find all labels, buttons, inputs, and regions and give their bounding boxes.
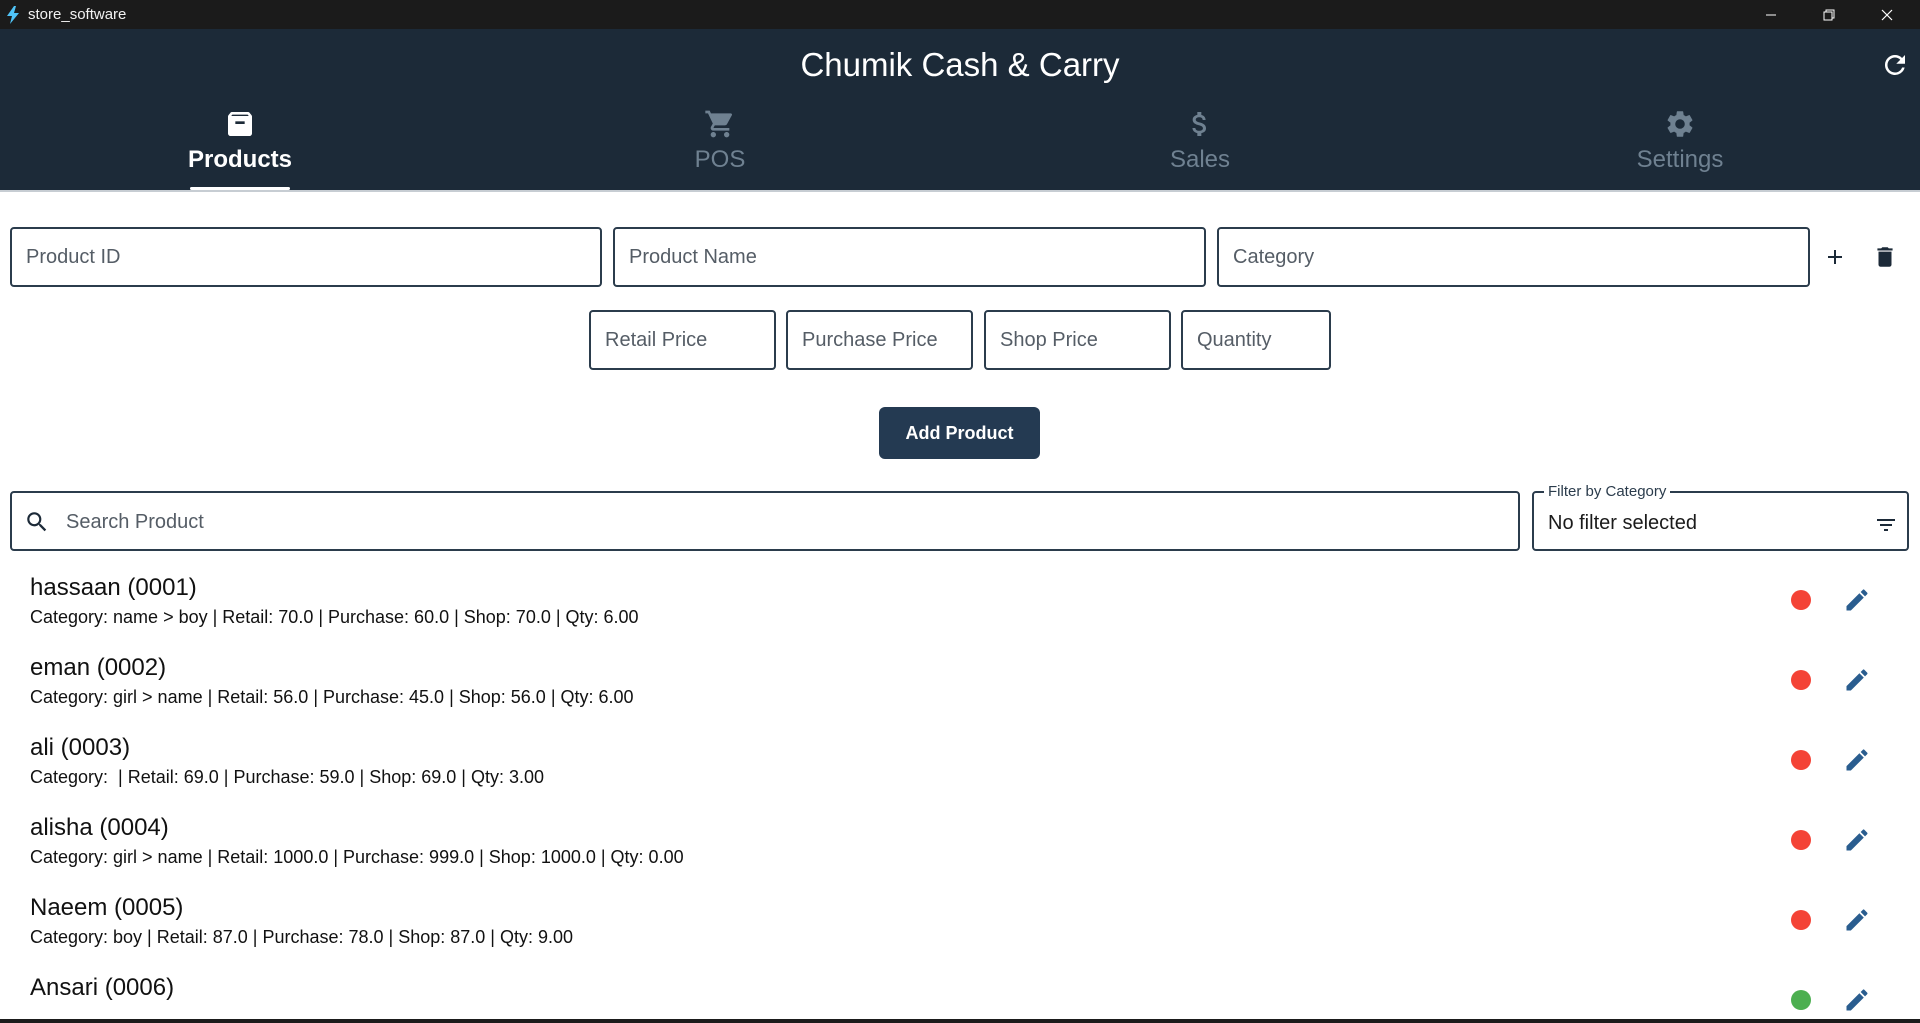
search-input[interactable] [64,501,1508,543]
close-button[interactable] [1858,0,1916,29]
product-name-input[interactable] [613,227,1206,287]
category-filter-dropdown[interactable]: Filter by Category No filter selected [1532,483,1909,551]
product-title: Ansari (0006) [30,974,175,1001]
minimize-icon [1766,14,1776,15]
app-title: Chumik Cash & Carry [800,46,1120,83]
tab-sales[interactable]: Sales [1100,108,1300,190]
edit-button[interactable] [1841,664,1873,696]
pencil-icon [1846,829,1868,851]
list-item[interactable]: hassaan (0001) Category: name > boy | Re… [0,562,1920,642]
retail-price-input[interactable] [589,310,776,370]
list-item[interactable]: Ansari (0006) [0,962,1920,1011]
status-indicator [1791,990,1811,1010]
product-title: Naeem (0005) [30,894,184,921]
tab-sales-label: Sales [1169,146,1231,173]
product-title: hassaan (0001) [30,574,197,601]
window-titlebar: store_software [0,0,1920,29]
product-details: Category: boy | Retail: 87.0 | Purchase:… [30,927,574,947]
edit-button[interactable] [1841,744,1873,776]
list-item[interactable]: eman (0002) Category: girl > name | Reta… [0,642,1920,722]
product-list: hassaan (0001) Category: name > boy | Re… [0,562,1920,1011]
minimize-button[interactable] [1742,0,1800,29]
list-item[interactable]: ali (0003) Category: | Retail: 69.0 | Pu… [0,722,1920,802]
pencil-icon [1846,749,1868,771]
status-indicator [1791,670,1811,690]
header-divider [0,190,1920,192]
pencil-icon [1846,909,1868,931]
product-details: Category: girl > name | Retail: 56.0 | P… [30,687,634,707]
refresh-icon[interactable] [1880,50,1910,80]
category-input[interactable] [1217,227,1810,287]
list-item[interactable]: alisha (0004) Category: girl > name | Re… [0,802,1920,882]
edit-button[interactable] [1841,584,1873,616]
pencil-icon [1846,589,1868,611]
shop-price-input[interactable] [984,310,1171,370]
gear-icon [1667,111,1693,137]
dollar-icon [1192,112,1206,136]
close-icon [1881,9,1893,20]
product-id-input[interactable] [10,227,602,287]
product-details: Category: girl > name | Retail: 1000.0 |… [30,847,684,867]
quantity-input[interactable] [1181,310,1331,370]
tab-settings-label: Settings [1636,146,1724,173]
product-details: Category: | Retail: 69.0 | Purchase: 59.… [30,767,544,787]
plus-icon [1828,250,1842,264]
tab-settings[interactable]: Settings [1580,108,1780,190]
app-header: Chumik Cash & Carry Products POS Sales S… [0,29,1920,192]
product-title: eman (0002) [30,654,167,681]
status-indicator [1791,910,1811,930]
status-indicator [1791,590,1811,610]
trash-icon [1877,247,1893,267]
status-indicator [1791,830,1811,850]
cart-icon [705,110,733,138]
window-title: store_software [28,6,127,23]
archive-icon [228,112,252,136]
edit-button[interactable] [1841,984,1873,1011]
flutter-bolt-icon [7,6,19,24]
status-indicator [1791,750,1811,770]
purchase-price-input[interactable] [786,310,973,370]
add-category-button[interactable] [1820,242,1850,272]
pencil-icon [1846,669,1868,691]
list-item[interactable]: Naeem (0005) Category: boy | Retail: 87.… [0,882,1920,962]
product-title: ali (0003) [30,734,131,761]
restore-icon [1823,9,1835,20]
product-details: Category: name > boy | Retail: 70.0 | Pu… [30,607,639,627]
tab-pos[interactable]: POS [620,108,820,190]
window-bottom-border [0,1019,1920,1023]
edit-button[interactable] [1841,824,1873,856]
tab-products-label: Products [187,146,292,173]
add-product-button[interactable]: Add Product [879,407,1040,459]
pencil-icon [1846,989,1868,1011]
tab-pos-label: POS [694,146,746,173]
restore-button[interactable] [1800,0,1858,29]
filter-list-icon [1877,519,1895,531]
search-field[interactable] [10,491,1520,551]
filter-value: No filter selected [1548,512,1697,534]
filter-label: Filter by Category [1544,483,1671,500]
tab-products[interactable]: Products [140,108,340,190]
product-title: alisha (0004) [30,814,169,841]
edit-button[interactable] [1841,904,1873,936]
delete-category-button[interactable] [1870,242,1900,272]
search-icon [27,512,47,532]
